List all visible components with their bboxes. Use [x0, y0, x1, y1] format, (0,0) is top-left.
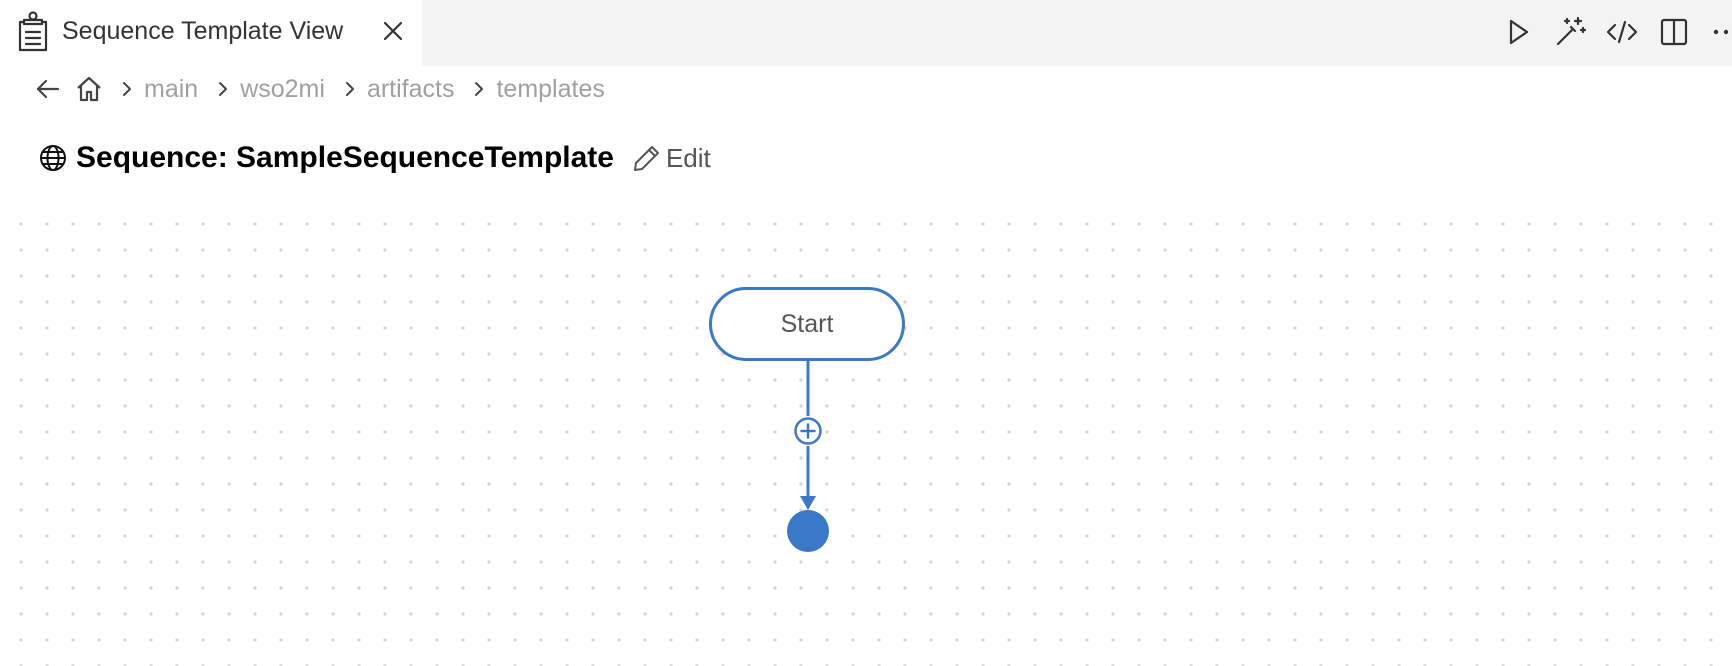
magic-wand-icon[interactable] — [1552, 14, 1588, 50]
run-icon[interactable] — [1500, 14, 1536, 50]
breadcrumb-item-templates[interactable]: templates — [496, 75, 604, 104]
chevron-right-icon — [219, 82, 228, 96]
home-icon[interactable] — [74, 74, 104, 104]
tab-title: Sequence Template View — [62, 17, 344, 45]
plus-circle-icon[interactable] — [793, 416, 823, 446]
globe-icon — [40, 145, 66, 171]
code-icon[interactable] — [1604, 14, 1640, 50]
title-row: Sequence: SampleSequenceTemplate Edit — [38, 138, 711, 178]
chevron-right-icon — [123, 82, 131, 96]
edit-button[interactable]: Edit — [632, 143, 711, 174]
end-node[interactable] — [787, 510, 829, 552]
breadcrumb-item-main[interactable]: main — [144, 75, 198, 104]
page-title: Sequence: SampleSequenceTemplate — [76, 141, 614, 174]
close-icon[interactable] — [380, 18, 406, 44]
start-node[interactable]: Start — [709, 287, 905, 361]
more-icon[interactable] — [1708, 14, 1732, 50]
edit-label: Edit — [665, 142, 711, 173]
split-editor-icon[interactable] — [1656, 14, 1692, 50]
breadcrumb-item-artifacts[interactable]: artifacts — [367, 75, 455, 104]
breadcrumb-item-wso2mi[interactable]: wso2mi — [240, 75, 325, 104]
arrow-left-icon[interactable] — [34, 75, 62, 103]
chevron-right-icon — [475, 82, 484, 96]
tab-sequence-template-view[interactable]: Sequence Template View — [0, 0, 422, 66]
chevron-right-icon — [345, 82, 354, 96]
start-label: Start — [780, 309, 834, 338]
breadcrumb: main wso2mi artifacts templates — [34, 72, 605, 106]
tab-bar: Sequence Template View — [0, 0, 1732, 66]
sequence-template-view: Sequence Template View main wso2mi artif… — [0, 0, 1732, 666]
clipboard-list-icon — [18, 11, 48, 52]
pencil-icon — [633, 146, 659, 171]
diagram-canvas[interactable] — [0, 205, 1732, 666]
